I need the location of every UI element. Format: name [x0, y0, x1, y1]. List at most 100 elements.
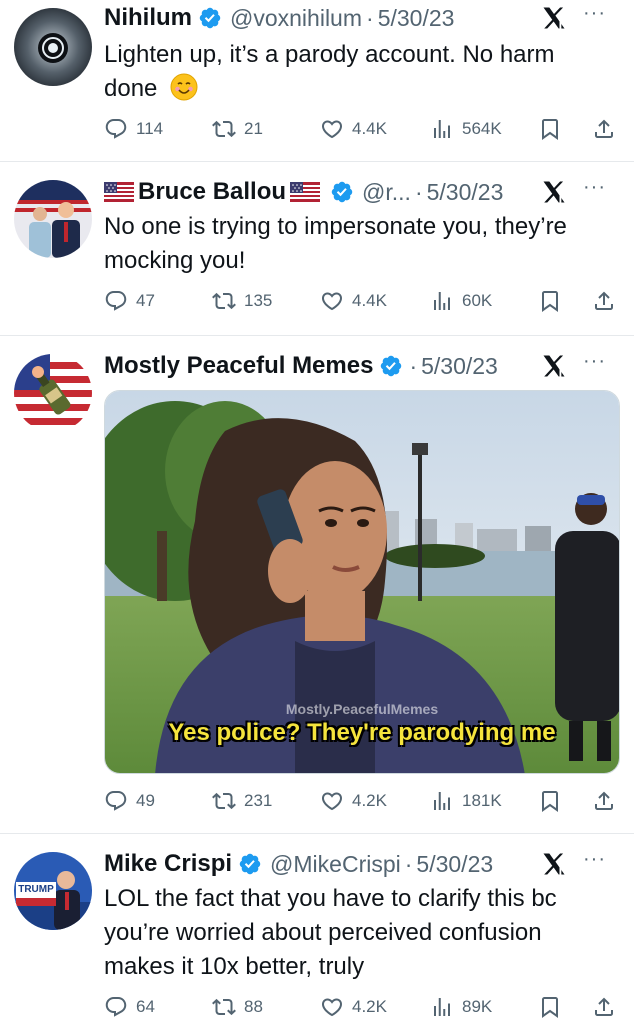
more-options-button[interactable]: ··· — [583, 350, 606, 373]
tweet-actions: 64 88 4.2K 89K — [104, 992, 618, 1022]
share-icon — [592, 117, 616, 141]
views-icon — [430, 789, 454, 813]
display-name[interactable]: Mike Crispi — [104, 850, 232, 878]
tweet-text-line: mocking you! — [104, 247, 246, 274]
tweet-header: Mostly Peaceful Memes · 5/30/23 ··· — [104, 350, 620, 382]
views-icon — [430, 117, 454, 141]
grok-icon[interactable] — [540, 178, 568, 206]
tweet-date[interactable]: 5/30/23 — [416, 851, 493, 878]
repost-icon — [212, 117, 236, 141]
share-button[interactable] — [592, 992, 616, 1022]
tweet-text-line: makes it 10x better, truly — [104, 953, 365, 980]
avatar[interactable] — [14, 8, 92, 86]
repost-icon — [212, 789, 236, 813]
tweet[interactable]: Nihilum @voxnihilum · 5/30/23 ··· Lighte… — [0, 0, 634, 162]
views-button[interactable]: 60K — [430, 286, 492, 316]
repost-count: 231 — [244, 791, 273, 810]
reply-button[interactable]: 49 — [104, 786, 155, 816]
bookmark-button[interactable] — [538, 286, 562, 316]
reply-button[interactable]: 47 — [104, 286, 155, 316]
tweet-text-line: LOL the fact that you have to clarify th… — [104, 885, 557, 912]
display-name[interactable]: Bruce Ballou — [138, 178, 286, 206]
tweet-date[interactable]: 5/30/23 — [378, 5, 455, 32]
verified-badge-icon — [198, 6, 222, 30]
grok-icon[interactable] — [540, 4, 568, 32]
like-icon — [320, 117, 344, 141]
user-handle[interactable]: @voxnihilum — [230, 5, 362, 32]
views-count: 89K — [462, 997, 493, 1016]
like-button[interactable]: 4.2K — [320, 992, 387, 1022]
share-icon — [592, 995, 616, 1019]
bookmark-button[interactable] — [538, 114, 562, 144]
avatar[interactable]: TRUMP — [14, 852, 92, 930]
reply-button[interactable]: 114 — [104, 114, 163, 144]
more-options-button[interactable]: ··· — [583, 176, 606, 199]
reply-button[interactable]: 64 — [104, 992, 155, 1022]
views-icon — [430, 289, 454, 313]
like-count: 4.2K — [352, 997, 387, 1016]
tweet-date[interactable]: 5/30/23 — [421, 353, 498, 380]
repost-button[interactable]: 88 — [212, 992, 263, 1022]
views-count: 181K — [462, 791, 502, 810]
views-count: 60K — [462, 291, 493, 310]
reply-icon — [104, 289, 128, 313]
tweet[interactable]: TRUMP Mike Crispi @MikeCrispi · 5/30/23 … — [0, 834, 634, 1023]
tweet[interactable]: Bruce Ballou @r... · 5/30/23 ··· No one … — [0, 162, 634, 336]
tweet-text: No one is trying to impersonate you, the… — [104, 210, 614, 278]
more-options-button[interactable]: ··· — [583, 848, 606, 871]
user-handle[interactable]: @MikeCrispi — [270, 851, 401, 878]
share-icon — [592, 289, 616, 313]
like-button[interactable]: 4.4K — [320, 286, 387, 316]
bookmark-button[interactable] — [538, 992, 562, 1022]
reply-count: 64 — [136, 997, 155, 1016]
tweet-header: Bruce Ballou @r... · 5/30/23 ··· — [104, 176, 620, 208]
display-name[interactable]: Mostly Peaceful Memes — [104, 352, 373, 380]
repost-button[interactable]: 21 — [212, 114, 263, 144]
user-handle[interactable]: @r... — [362, 179, 411, 206]
grok-icon[interactable] — [540, 352, 568, 380]
reply-icon — [104, 995, 128, 1019]
bookmark-button[interactable] — [538, 786, 562, 816]
verified-badge-icon — [238, 852, 262, 876]
tweet-text-line: done — [104, 75, 158, 102]
share-button[interactable] — [592, 786, 616, 816]
tweet-actions: 114 21 4.4K 564K — [104, 114, 618, 144]
views-button[interactable]: 89K — [430, 992, 492, 1022]
verified-badge-icon — [379, 354, 403, 378]
tweet-actions: 47 135 4.4K 60K — [104, 286, 618, 316]
reply-icon — [104, 789, 128, 813]
like-button[interactable]: 4.4K — [320, 114, 387, 144]
repost-button[interactable]: 135 — [212, 286, 272, 316]
repost-count: 135 — [244, 291, 273, 310]
avatar[interactable] — [14, 180, 92, 258]
tweet-date[interactable]: 5/30/23 — [427, 179, 504, 206]
tweet-text: Lighten up, it’s a parody account. No ha… — [104, 38, 614, 106]
image-watermark: Mostly.PeacefulMemes — [285, 701, 439, 717]
grok-icon[interactable] — [540, 850, 568, 878]
bookmark-icon — [538, 995, 562, 1019]
bookmark-icon — [538, 117, 562, 141]
share-button[interactable] — [592, 114, 616, 144]
like-button[interactable]: 4.2K — [320, 786, 387, 816]
tweet-media-image[interactable]: Mostly.PeacefulMemes Yes police? They're… — [104, 390, 620, 774]
tweet-text: LOL the fact that you have to clarify th… — [104, 882, 614, 984]
views-count: 564K — [462, 119, 502, 138]
share-button[interactable] — [592, 286, 616, 316]
views-button[interactable]: 181K — [430, 786, 502, 816]
more-options-button[interactable]: ··· — [583, 2, 606, 25]
display-name[interactable]: Nihilum — [104, 4, 192, 32]
repost-icon — [212, 289, 236, 313]
tweet[interactable]: Mostly Peaceful Memes · 5/30/23 ··· Most… — [0, 336, 634, 834]
avatar[interactable] — [14, 354, 92, 432]
verified-badge-icon — [330, 180, 354, 204]
repost-button[interactable]: 231 — [212, 786, 272, 816]
bookmark-icon — [538, 289, 562, 313]
reply-count: 49 — [136, 791, 155, 810]
repost-count: 21 — [244, 119, 263, 138]
reply-icon — [104, 117, 128, 141]
bookmark-icon — [538, 789, 562, 813]
share-icon — [592, 789, 616, 813]
separator: · — [414, 178, 423, 205]
views-button[interactable]: 564K — [430, 114, 502, 144]
like-count: 4.4K — [352, 291, 387, 310]
